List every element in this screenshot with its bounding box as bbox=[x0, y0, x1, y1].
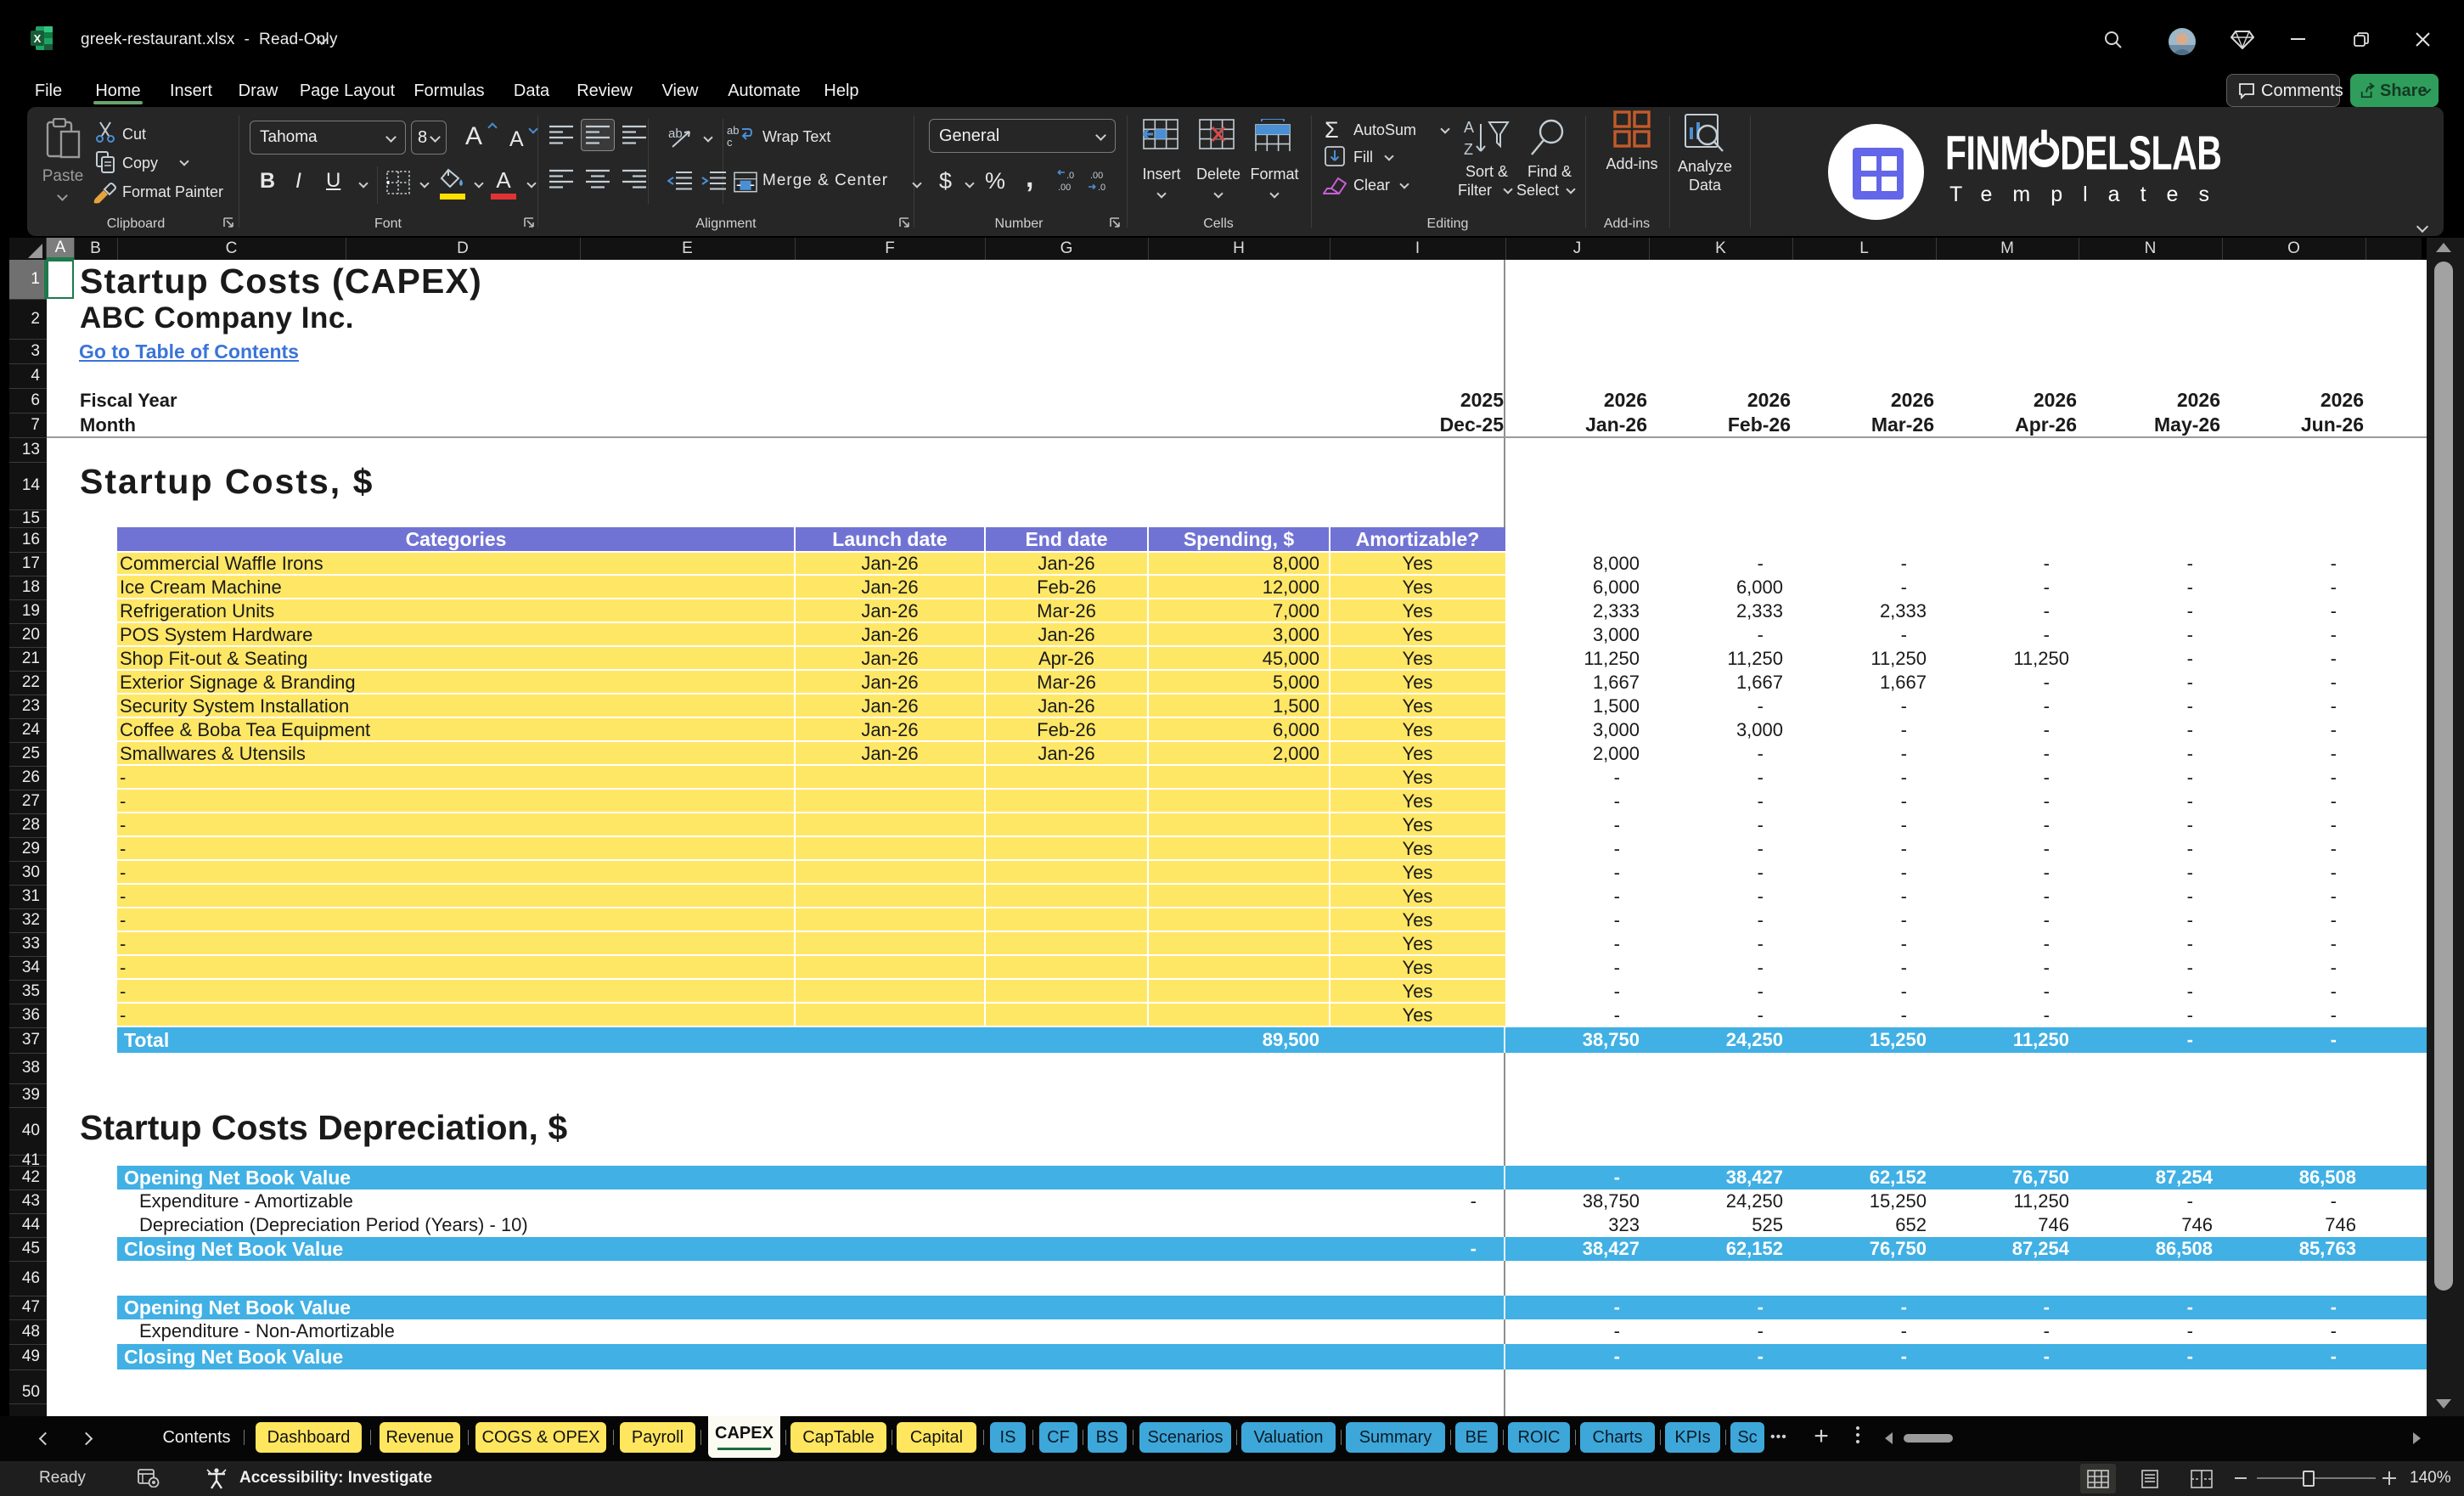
svg-text:X: X bbox=[34, 32, 42, 45]
svg-text:.00: .00 bbox=[1058, 183, 1071, 193]
svg-text:ab: ab bbox=[727, 124, 739, 137]
svg-text:.00: .00 bbox=[1090, 171, 1103, 181]
svg-text:c: c bbox=[727, 136, 733, 148]
svg-text:Z: Z bbox=[1464, 141, 1473, 158]
svg-text:.0: .0 bbox=[1066, 171, 1074, 181]
svg-text:.0: .0 bbox=[1098, 183, 1105, 193]
svg-text:A: A bbox=[1464, 119, 1474, 136]
